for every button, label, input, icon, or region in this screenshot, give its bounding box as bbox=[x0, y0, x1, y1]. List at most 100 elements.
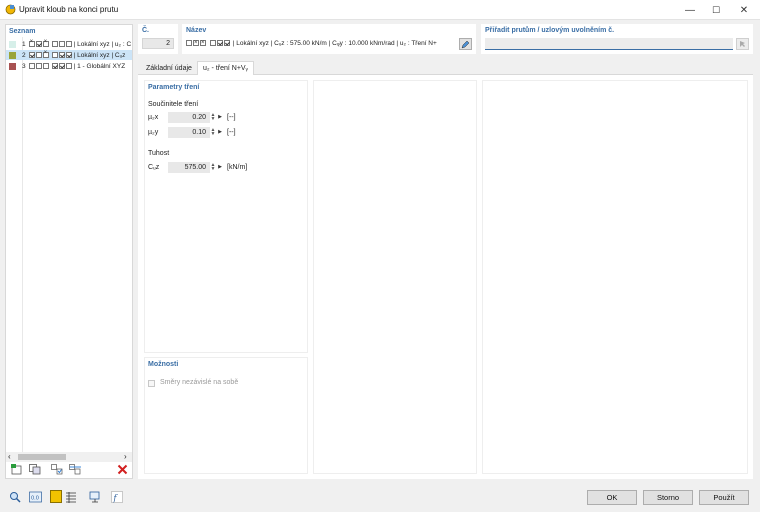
ok-button[interactable]: OK bbox=[587, 490, 637, 505]
mu-y-spinner[interactable]: ▲ ▼ bbox=[210, 128, 216, 137]
minimize-button[interactable]: — bbox=[676, 0, 704, 20]
units-icon: 0.0 bbox=[28, 491, 42, 502]
list-item-1[interactable]: 1 | Lokální xyz | u₂ : C bbox=[6, 39, 132, 49]
units-button[interactable]: 0.0 bbox=[28, 490, 42, 503]
svg-text:0.0: 0.0 bbox=[31, 495, 39, 501]
scroll-thumb[interactable] bbox=[18, 454, 66, 460]
checkbox-icon bbox=[51, 41, 58, 47]
list-header: Seznam bbox=[9, 28, 36, 35]
new-item-button[interactable] bbox=[10, 463, 24, 476]
tab-basic-data[interactable]: Základní údaje bbox=[141, 62, 197, 75]
check-all-icon bbox=[51, 464, 63, 475]
checkbox-icon bbox=[217, 40, 223, 47]
scroll-left-icon[interactable]: ‹ bbox=[8, 452, 11, 462]
params-panel: Parametry tření Součinitele tření µ₂x 0.… bbox=[144, 80, 308, 353]
graphic-panel-1 bbox=[313, 80, 477, 474]
scroll-right-icon[interactable]: › bbox=[124, 452, 127, 462]
delete-item-button[interactable] bbox=[115, 463, 129, 476]
list-item-number: 2 bbox=[22, 51, 26, 59]
mu-x-label: µ₂x bbox=[148, 114, 159, 121]
list-item-label: | Lokální xyz | u₂ : C bbox=[73, 40, 132, 48]
table-button[interactable] bbox=[64, 490, 78, 503]
display-icon bbox=[89, 491, 100, 502]
assign-box: Přiřadit prutům / uzlovým uvolněním č. bbox=[481, 24, 753, 54]
uncheck-all-button[interactable] bbox=[68, 463, 82, 476]
search-button[interactable] bbox=[8, 490, 22, 503]
list-item-label: | Lokální xyz | Cᵤz bbox=[73, 51, 126, 59]
formula-button[interactable]: f bbox=[110, 490, 124, 503]
mu-x-arrow-icon[interactable]: ▶ bbox=[217, 114, 223, 120]
tab-bar: Základní údaje u₂ - tření N+Vᵧ bbox=[138, 61, 753, 75]
name-label: Název bbox=[186, 27, 207, 34]
title-bar: Upravit kloub na konci prutu — ☐ ✕ bbox=[0, 0, 760, 20]
close-button[interactable]: ✕ bbox=[730, 0, 758, 20]
checkbox-icon bbox=[28, 52, 35, 58]
copy-item-button[interactable] bbox=[28, 463, 42, 476]
mu-x-input[interactable]: 0.20 bbox=[168, 112, 210, 123]
number-label: Č. bbox=[142, 27, 149, 34]
color-button[interactable] bbox=[50, 490, 62, 503]
checkbox-icon bbox=[42, 63, 49, 69]
tab-friction[interactable]: u₂ - tření N+Vᵧ bbox=[197, 61, 254, 75]
list-toolbar bbox=[8, 462, 132, 478]
checkbox-icon bbox=[210, 40, 216, 47]
friction-group-label: Součinitele tření bbox=[148, 101, 199, 108]
checkbox-icon bbox=[193, 39, 199, 48]
mu-x-unit: [--] bbox=[227, 114, 236, 121]
list-item-number: 1 bbox=[22, 40, 26, 48]
cuz-label: Cᵤz bbox=[148, 164, 160, 171]
list-item-label: | 1 - Globální XYZ bbox=[73, 62, 126, 70]
checkbox-icon bbox=[186, 40, 192, 47]
cancel-button[interactable]: Storno bbox=[643, 490, 693, 505]
color-swatch bbox=[9, 62, 16, 70]
select-members-button[interactable] bbox=[736, 38, 749, 50]
color-swatch bbox=[9, 40, 16, 48]
list-panel: Seznam 1 | Lokální xyz | u₂ : C 2 | Loká… bbox=[5, 24, 133, 479]
number-input[interactable]: 2 bbox=[142, 38, 174, 49]
graphic-panel-2 bbox=[482, 80, 748, 474]
edit-icon bbox=[461, 40, 470, 48]
checkbox-icon bbox=[42, 50, 49, 58]
options-header: Možnosti bbox=[148, 361, 179, 368]
checkbox-icon bbox=[65, 63, 72, 69]
mu-y-label: µ₂y bbox=[148, 129, 159, 136]
list-hscrollbar[interactable]: ‹ › bbox=[6, 452, 132, 462]
cuz-spinner[interactable]: ▲ ▼ bbox=[210, 163, 216, 172]
list-item-3[interactable]: 3 | 1 - Globální XYZ bbox=[6, 61, 132, 71]
maximize-button[interactable]: ☐ bbox=[702, 0, 730, 20]
edit-name-button[interactable] bbox=[459, 38, 472, 50]
checkbox-icon bbox=[224, 40, 230, 47]
color-swatch bbox=[9, 51, 16, 59]
app-icon bbox=[5, 4, 16, 15]
list-item-2[interactable]: 2 | Lokální xyz | Cᵤz bbox=[6, 50, 132, 60]
cuz-input[interactable]: 575.00 bbox=[168, 162, 210, 173]
select-cursor-icon bbox=[739, 41, 745, 47]
mu-y-unit: [--] bbox=[227, 129, 236, 136]
apply-button[interactable]: Použít bbox=[699, 490, 749, 505]
independent-directions-label: Směry nezávislé na sobě bbox=[160, 379, 239, 386]
cuz-arrow-icon[interactable]: ▶ bbox=[217, 164, 223, 170]
checkbox-icon bbox=[65, 52, 72, 58]
checkbox-icon bbox=[35, 41, 42, 47]
checkbox-icon bbox=[28, 63, 35, 69]
stiffness-group-label: Tuhost bbox=[148, 150, 170, 157]
delete-icon bbox=[117, 464, 127, 475]
mu-x-spinner[interactable]: ▲ ▼ bbox=[210, 113, 216, 122]
checkbox-icon bbox=[58, 63, 65, 69]
checkbox-icon bbox=[58, 41, 65, 47]
uncheck-all-icon bbox=[69, 464, 81, 475]
checkbox-icon bbox=[200, 39, 206, 48]
name-field[interactable]: | Lokální xyz | Cᵤz : 575.00 kN/m | Cᵩy … bbox=[186, 39, 456, 50]
mu-y-input[interactable]: 0.10 bbox=[168, 127, 210, 138]
number-box: Č. 2 bbox=[138, 24, 178, 54]
display-settings-button[interactable] bbox=[88, 490, 102, 503]
checkbox-icon bbox=[35, 63, 42, 69]
mu-y-arrow-icon[interactable]: ▶ bbox=[217, 129, 223, 135]
checkbox-icon bbox=[58, 52, 65, 58]
cuz-unit: [kN/m] bbox=[227, 164, 248, 171]
name-box: Název | Lokální xyz | Cᵤz : 575.00 kN/m … bbox=[182, 24, 476, 54]
name-value: | Lokální xyz | Cᵤz : 575.00 kN/m | Cᵩy … bbox=[232, 40, 437, 47]
check-all-button[interactable] bbox=[50, 463, 64, 476]
assign-input[interactable] bbox=[485, 38, 733, 50]
independent-directions-checkbox[interactable] bbox=[148, 380, 155, 387]
